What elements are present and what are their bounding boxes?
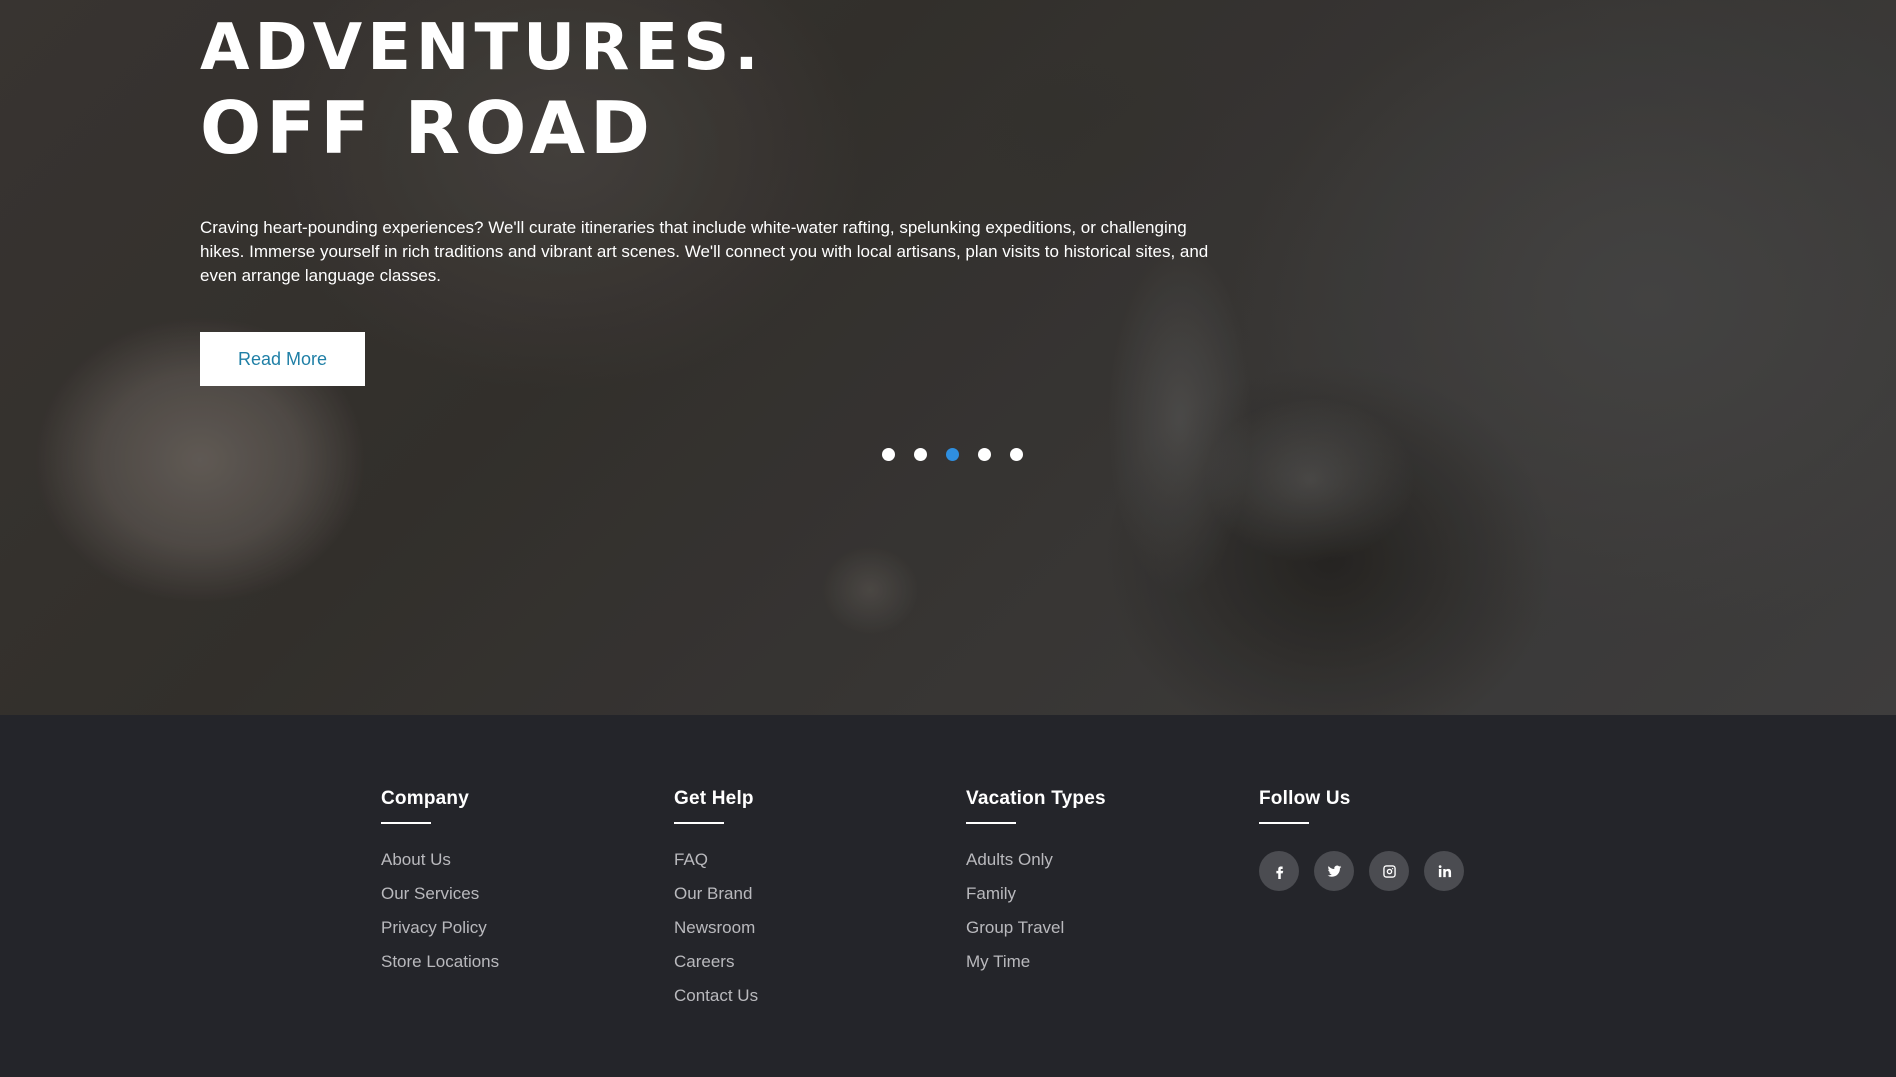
linkedin-icon <box>1438 864 1451 877</box>
footer-link-contact-us[interactable]: Contact Us <box>674 986 758 1005</box>
footer-column-follow-us: Follow Us <box>1259 788 1509 891</box>
footer-links-vacation-types: Adults Only Family Group Travel My Time <box>966 850 1216 986</box>
hero-title-line1: ADVENTURES. <box>200 11 764 85</box>
footer-link-newsroom[interactable]: Newsroom <box>674 918 755 937</box>
instagram-icon <box>1382 864 1396 878</box>
facebook-icon <box>1275 866 1283 879</box>
hero-title-line2: OFF ROAD <box>200 86 655 170</box>
hero-banner: ADVENTURES. OFF ROAD Craving heart-pound… <box>0 0 1896 715</box>
heading-underline <box>674 822 724 824</box>
twitter-button[interactable] <box>1314 851 1354 891</box>
footer-link-our-brand[interactable]: Our Brand <box>674 884 752 903</box>
footer-link-our-services[interactable]: Our Services <box>381 884 479 903</box>
footer-heading-vacation-types: Vacation Types <box>966 788 1106 809</box>
footer-links-get-help: FAQ Our Brand Newsroom Careers Contact U… <box>674 850 924 1020</box>
heading-underline <box>381 822 431 824</box>
slider-dot-2[interactable] <box>914 448 927 461</box>
footer-link-item: Privacy Policy <box>381 918 631 952</box>
linkedin-button[interactable] <box>1424 851 1464 891</box>
social-links <box>1259 851 1509 891</box>
hero-title: ADVENTURES. OFF ROAD <box>200 16 1260 164</box>
slider-dots <box>882 448 1023 461</box>
instagram-button[interactable] <box>1369 851 1409 891</box>
footer-link-item: Contact Us <box>674 986 924 1020</box>
footer-column-company: Company About Us Our Services Privacy Po… <box>381 788 631 986</box>
footer-link-item: Adults Only <box>966 850 1216 884</box>
slider-dot-5[interactable] <box>1010 448 1023 461</box>
site-footer: Company About Us Our Services Privacy Po… <box>0 715 1896 1077</box>
footer-link-item: Family <box>966 884 1216 918</box>
footer-link-my-time[interactable]: My Time <box>966 952 1030 971</box>
footer-link-item: Group Travel <box>966 918 1216 952</box>
footer-link-faq[interactable]: FAQ <box>674 850 708 869</box>
footer-heading-get-help: Get Help <box>674 788 754 809</box>
footer-links-company: About Us Our Services Privacy Policy Sto… <box>381 850 631 986</box>
slider-dot-1[interactable] <box>882 448 895 461</box>
footer-link-careers[interactable]: Careers <box>674 952 734 971</box>
read-more-button[interactable]: Read More <box>200 332 365 386</box>
footer-link-item: Store Locations <box>381 952 631 986</box>
footer-column-get-help: Get Help FAQ Our Brand Newsroom Careers … <box>674 788 924 1020</box>
facebook-button[interactable] <box>1259 851 1299 891</box>
slider-dot-4[interactable] <box>978 448 991 461</box>
footer-column-vacation-types: Vacation Types Adults Only Family Group … <box>966 788 1216 986</box>
footer-heading-follow-us: Follow Us <box>1259 788 1351 809</box>
hero-content: ADVENTURES. OFF ROAD Craving heart-pound… <box>200 0 1260 386</box>
footer-link-family[interactable]: Family <box>966 884 1016 903</box>
hero-description: Craving heart-pounding experiences? We'l… <box>200 218 1209 285</box>
footer-link-adults-only[interactable]: Adults Only <box>966 850 1053 869</box>
heading-underline <box>966 822 1016 824</box>
footer-link-item: About Us <box>381 850 631 884</box>
footer-link-about-us[interactable]: About Us <box>381 850 451 869</box>
footer-link-privacy-policy[interactable]: Privacy Policy <box>381 918 487 937</box>
slider-dot-3[interactable] <box>946 448 959 461</box>
footer-link-item: FAQ <box>674 850 924 884</box>
twitter-icon <box>1327 865 1341 877</box>
heading-underline <box>1259 822 1309 824</box>
footer-link-item: Our Services <box>381 884 631 918</box>
footer-link-group-travel[interactable]: Group Travel <box>966 918 1064 937</box>
footer-link-item: Our Brand <box>674 884 924 918</box>
footer-link-item: Careers <box>674 952 924 986</box>
footer-link-item: Newsroom <box>674 918 924 952</box>
footer-link-store-locations[interactable]: Store Locations <box>381 952 499 971</box>
footer-heading-company: Company <box>381 788 469 809</box>
footer-link-item: My Time <box>966 952 1216 986</box>
